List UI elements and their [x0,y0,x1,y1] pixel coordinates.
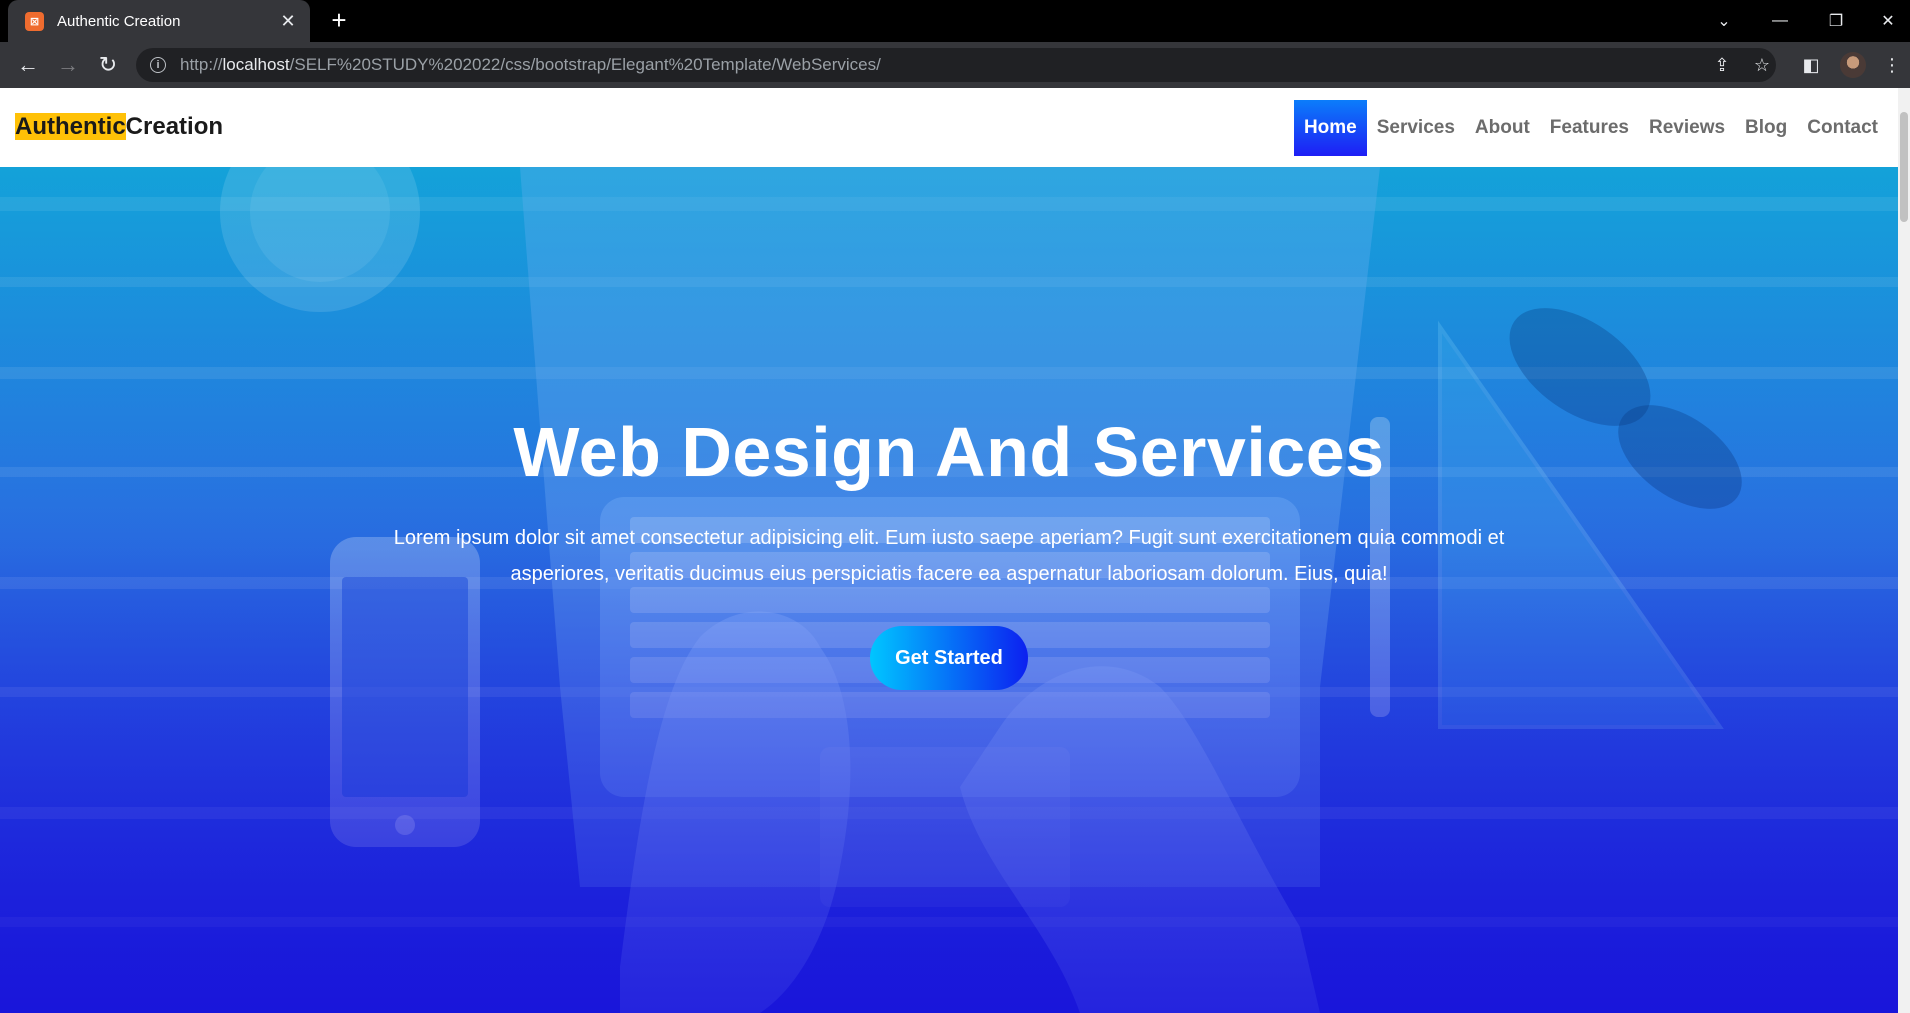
brand-logo[interactable]: AuthenticCreation [15,113,223,141]
scrollbar-thumb[interactable] [1900,112,1908,222]
nav-contact[interactable]: Contact [1797,100,1888,156]
close-window-icon[interactable]: ✕ [1860,0,1910,42]
hero-section: Web Design And Services Lorem ipsum dolo… [0,167,1898,1013]
nav-menu: Home Services About Features Reviews Blo… [1293,100,1888,156]
bookmark-star-icon[interactable]: ☆ [1747,50,1777,80]
url-prefix: http:// [180,55,223,74]
site-info-icon[interactable]: i [150,57,166,73]
nav-services[interactable]: Services [1367,100,1465,156]
tab-search-icon[interactable]: ⌄ [1696,0,1752,42]
menu-dots-icon[interactable]: ⋮ [1877,50,1907,80]
tab-title: Authentic Creation [57,12,181,30]
brand-rest: Creation [125,113,224,140]
forward-icon[interactable]: → [52,50,84,80]
browser-tab-strip: ⊠ Authentic Creation ✕ + ⌄ — ❐ ✕ [0,0,1910,42]
share-icon[interactable]: ⇪ [1707,50,1737,80]
back-icon[interactable]: ← [12,50,44,80]
brand-highlight: Authentic [15,113,126,140]
address-bar[interactable]: i http://localhost/SELF%20STUDY%202022/c… [136,48,1776,82]
nav-blog[interactable]: Blog [1735,100,1797,156]
restore-icon[interactable]: ❐ [1808,0,1864,42]
minimize-icon[interactable]: — [1752,0,1808,42]
url-host: localhost [222,55,290,74]
hero-content: Web Design And Services Lorem ipsum dolo… [0,412,1898,690]
browser-toolbar: ← → ↻ i http://localhost/SELF%20STUDY%20… [0,42,1910,88]
hero-description: Lorem ipsum dolor sit amet consectetur a… [393,527,1505,585]
new-tab-icon[interactable]: + [325,7,353,35]
page-viewport: AuthenticCreation Home Services About Fe… [0,88,1910,1013]
profile-avatar[interactable] [1840,52,1866,78]
get-started-button[interactable]: Get Started [870,626,1028,690]
browser-tab[interactable]: ⊠ Authentic Creation ✕ [8,0,310,42]
nav-reviews[interactable]: Reviews [1639,100,1735,156]
xampp-icon: ⊠ [25,11,44,31]
hero-title: Web Design And Services [513,413,1385,491]
url-path: /SELF%20STUDY%202022/css/bootstrap/Elega… [289,55,881,74]
close-tab-icon[interactable]: ✕ [278,11,298,32]
nav-features[interactable]: Features [1540,100,1639,156]
page-scrollbar[interactable] [1898,88,1910,1013]
nav-about[interactable]: About [1465,100,1540,156]
reload-icon[interactable]: ↻ [92,50,124,80]
url-text: http://localhost/SELF%20STUDY%202022/css… [180,55,881,75]
side-panel-icon[interactable]: ◧ [1796,50,1826,80]
site-navbar: AuthenticCreation Home Services About Fe… [0,88,1898,167]
nav-home[interactable]: Home [1293,100,1367,156]
